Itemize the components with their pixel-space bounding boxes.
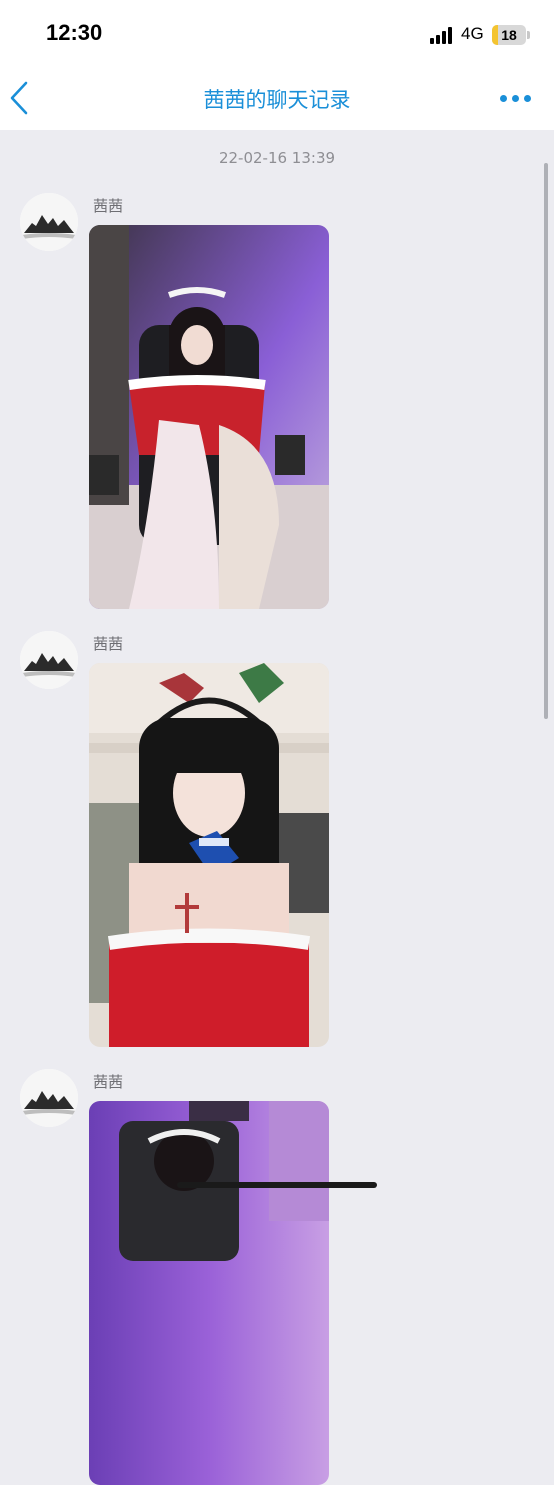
nav-bar: 茜茜的聊天记录 xyxy=(0,70,554,130)
landscape-avatar-icon xyxy=(20,631,78,689)
landscape-avatar-icon xyxy=(20,1069,78,1127)
photo-thumbnail xyxy=(89,1101,329,1485)
sender-name: 茜茜 xyxy=(93,635,124,653)
signal-icon xyxy=(430,26,456,44)
battery-icon: 18 xyxy=(492,25,526,45)
status-bar: 12:30 4G 18 xyxy=(0,0,554,70)
status-time: 12:30 xyxy=(46,20,103,45)
battery-level: 18 xyxy=(501,27,517,43)
more-dots-icon xyxy=(500,95,507,102)
avatar[interactable] xyxy=(20,1069,78,1127)
photo-thumbnail xyxy=(89,225,329,609)
image-message[interactable] xyxy=(89,225,329,609)
sender-name: 茜茜 xyxy=(93,197,124,215)
image-message[interactable] xyxy=(89,1101,329,1485)
message-timestamp: 22-02-16 13:39 xyxy=(218,149,336,167)
home-indicator[interactable] xyxy=(177,1182,377,1188)
scrollbar[interactable] xyxy=(544,163,548,719)
avatar[interactable] xyxy=(20,631,78,689)
photo-thumbnail xyxy=(89,663,329,1047)
battery-cap xyxy=(527,31,530,39)
avatar[interactable] xyxy=(20,193,78,251)
sender-name: 茜茜 xyxy=(93,1073,124,1091)
page-title: 茜茜的聊天记录 xyxy=(203,88,351,112)
image-message[interactable] xyxy=(89,663,329,1047)
more-button[interactable] xyxy=(498,88,534,108)
landscape-avatar-icon xyxy=(20,193,78,251)
network-type: 4G xyxy=(461,24,484,43)
